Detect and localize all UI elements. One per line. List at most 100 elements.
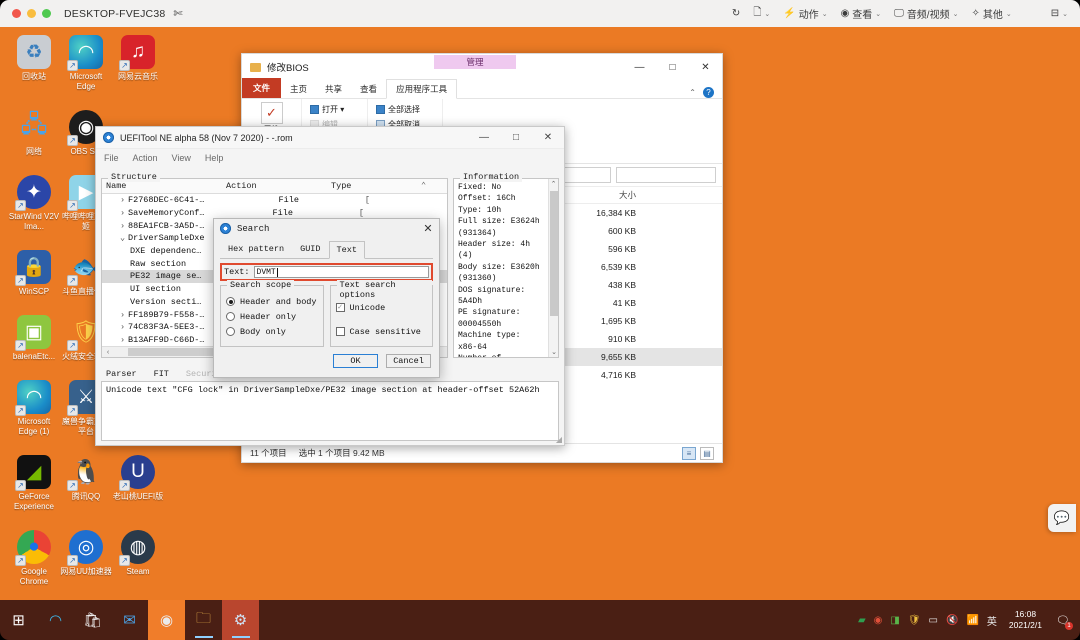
viewer-menu-actions[interactable]: ⚡ 动作 ⌄: [783, 6, 827, 21]
desktop-icon-edge[interactable]: ◠ ↗ Microsoft Edge: [60, 35, 112, 92]
window-traffic-lights[interactable]: [0, 9, 51, 18]
taskbar-edge-button[interactable]: ◠: [37, 600, 74, 640]
scroll-down-icon[interactable]: ⌄: [549, 347, 559, 357]
desktop-icon-network[interactable]: 🖧 网络: [8, 110, 60, 157]
tab-file[interactable]: 文件: [242, 78, 282, 98]
expand-arrow-icon[interactable]: ›: [120, 195, 128, 205]
explorer-search-input[interactable]: [616, 167, 716, 183]
large-icons-view-button[interactable]: ▤: [700, 446, 714, 460]
start-button[interactable]: ⊞: [0, 600, 37, 640]
open-button[interactable]: 打开 ▾: [310, 102, 344, 117]
desktop-surface[interactable]: ♻ 回收站 ◠ ↗ Microsoft Edge ♫ ↗ 网易云音乐 🖧 网络 ◉ ↗…: [0, 27, 1080, 600]
information-panel[interactable]: Information Fixed: No Offset: 16Ch Type:…: [453, 172, 559, 358]
floating-chat-widget[interactable]: 💬: [1048, 504, 1076, 532]
checkbox-unicode[interactable]: ✓ Unicode: [335, 300, 428, 315]
explorer-maximize-button[interactable]: □: [656, 55, 689, 80]
layout-icon[interactable]: ⊟ ⌄: [1051, 8, 1068, 19]
tab-view[interactable]: 查看: [351, 80, 386, 98]
uefitool-close-button[interactable]: ✕: [532, 127, 564, 148]
tab-home[interactable]: 主页: [281, 80, 316, 98]
desktop-icon-recycle-bin[interactable]: ♻ 回收站: [8, 35, 60, 92]
cancel-button[interactable]: Cancel: [386, 354, 431, 368]
explorer-title-bar[interactable]: 修改BIOS 管理 — □ ✕: [242, 54, 722, 80]
chevron-up-icon[interactable]: ⌃: [689, 88, 696, 97]
scrollbar-thumb[interactable]: [550, 191, 558, 316]
tab-text[interactable]: Text: [328, 241, 365, 259]
taskbar-app-button[interactable]: ◉: [148, 600, 185, 640]
desktop-icon-winscp[interactable]: 🔒 ↗ WinSCP: [8, 250, 60, 297]
scroll-left-icon[interactable]: ‹: [102, 349, 114, 356]
tray-icon-shield-yellow[interactable]: 🛡: [908, 615, 921, 626]
taskbar-uefitool-button[interactable]: ⚙: [222, 600, 259, 640]
desktop-icon-geforce-experience[interactable]: ◢ ↗ GeForce Experience: [8, 455, 60, 512]
uefitool-maximize-button[interactable]: □: [500, 127, 532, 148]
expand-arrow-icon[interactable]: ›: [120, 322, 128, 332]
taskbar-store-button[interactable]: 🛍: [74, 600, 111, 640]
clipboard-icon[interactable]: 🗋 ⌄: [753, 5, 770, 22]
checkbox-case-sensitive[interactable]: Case sensitive: [335, 324, 428, 339]
search-text-input[interactable]: DVMT: [253, 266, 429, 278]
tree-node[interactable]: › F2768DEC-6C41-… File [: [102, 194, 447, 207]
explorer-close-button[interactable]: ✕: [689, 55, 722, 80]
desktop-icon-tencent-qq[interactable]: 🐧 ↗ 腾讯QQ: [60, 455, 112, 512]
maximize-window-dot[interactable]: [42, 9, 51, 18]
select-all-button[interactable]: 全部选择: [376, 102, 420, 117]
tab-parser[interactable]: Parser: [106, 369, 137, 379]
close-icon[interactable]: ✕: [417, 219, 439, 238]
ok-button[interactable]: OK: [333, 354, 378, 368]
expand-arrow-icon[interactable]: ›: [120, 310, 128, 320]
tray-icon-multi[interactable]: ◨: [890, 615, 899, 626]
collapse-arrow-icon[interactable]: ⌄: [120, 233, 128, 243]
uefitool-log-panel[interactable]: Unicode text "CFG lock" in DriverSampleD…: [101, 381, 559, 441]
tab-guid[interactable]: GUID: [292, 240, 328, 258]
desktop-icon-laoshantao-uefi[interactable]: U ↗ 老山桃UEFI版: [112, 455, 164, 512]
search-dialog[interactable]: Search ✕ Hex pattern GUID Text Text: DVM…: [213, 218, 440, 378]
radio-body-only[interactable]: Body only: [226, 324, 318, 339]
explorer-minimize-button[interactable]: —: [623, 55, 656, 80]
desktop-icon-starwind[interactable]: ✦ ↗ StarWind V2V Ima...: [8, 175, 60, 232]
battery-icon[interactable]: ▭: [929, 615, 938, 626]
viewer-menu-view[interactable]: ◉ 查看 ⌄: [841, 6, 882, 21]
desktop-icon-google-chrome[interactable]: ● ↗ Google Chrome: [8, 530, 60, 587]
taskbar-file-explorer-button[interactable]: 🗀: [185, 600, 222, 640]
menu-action[interactable]: Action: [133, 153, 158, 163]
desktop-icon-steam[interactable]: ◍ ↗ Steam: [112, 530, 164, 587]
desktop-icon-netease-music[interactable]: ♫ ↗ 网易云音乐: [112, 35, 164, 92]
taskbar-clock[interactable]: 16:08 2021/2/1: [1009, 609, 1042, 630]
desktop-icon-balenaetcher[interactable]: ▣ ↗ balenaEtc...: [8, 315, 60, 362]
structure-header-scroll-up-icon[interactable]: ⌃: [417, 181, 447, 191]
expand-arrow-icon[interactable]: ›: [120, 335, 128, 344]
radio-header-and-body[interactable]: Header and body: [226, 294, 318, 309]
scroll-up-icon[interactable]: ⌃: [549, 179, 558, 189]
details-view-button[interactable]: ≡: [682, 446, 696, 460]
close-window-dot[interactable]: [12, 9, 21, 18]
column-header-name[interactable]: Name: [102, 181, 222, 191]
scissors-icon[interactable]: ✄: [173, 7, 182, 20]
refresh-icon[interactable]: ↻: [732, 8, 740, 19]
desktop-icon-uu-booster[interactable]: ◎ ↗ 网易UU加速器: [60, 530, 112, 587]
viewer-menu-av[interactable]: 🖵 音频/视频 ⌄: [894, 6, 958, 21]
help-icon[interactable]: ?: [703, 87, 714, 98]
wifi-icon[interactable]: 📶: [966, 615, 978, 626]
menu-help[interactable]: Help: [205, 153, 224, 163]
tab-hex-pattern[interactable]: Hex pattern: [220, 240, 292, 258]
column-header-action[interactable]: Action: [222, 181, 327, 191]
notification-center-button[interactable]: 🗨 1: [1054, 611, 1073, 630]
ime-indicator[interactable]: 英: [987, 613, 997, 628]
resize-grip-icon[interactable]: ◢: [556, 435, 562, 444]
volume-muted-icon[interactable]: 🔇: [946, 615, 958, 626]
minimize-window-dot[interactable]: [27, 9, 36, 18]
desktop-icon-edge-1[interactable]: ◠ ↗ Microsoft Edge (1): [8, 380, 60, 437]
uefitool-minimize-button[interactable]: —: [468, 127, 500, 148]
column-header-type[interactable]: Type: [327, 181, 417, 191]
tray-icon-green[interactable]: ▰: [858, 615, 866, 626]
viewer-menu-other[interactable]: ✧ 其他 ⌄: [971, 6, 1011, 21]
radio-header-only[interactable]: Header only: [226, 309, 318, 324]
tab-application-tools[interactable]: 应用程序工具: [386, 79, 458, 99]
menu-file[interactable]: File: [104, 153, 119, 163]
expand-arrow-icon[interactable]: ›: [120, 208, 128, 218]
tab-fit[interactable]: FIT: [154, 369, 169, 379]
uefitool-title-bar[interactable]: UEFITool NE alpha 58 (Nov 7 2020) - -.ro…: [96, 127, 564, 149]
taskbar-mail-button[interactable]: ✉: [111, 600, 148, 640]
tray-icon-shield-red[interactable]: ◉: [874, 615, 883, 626]
